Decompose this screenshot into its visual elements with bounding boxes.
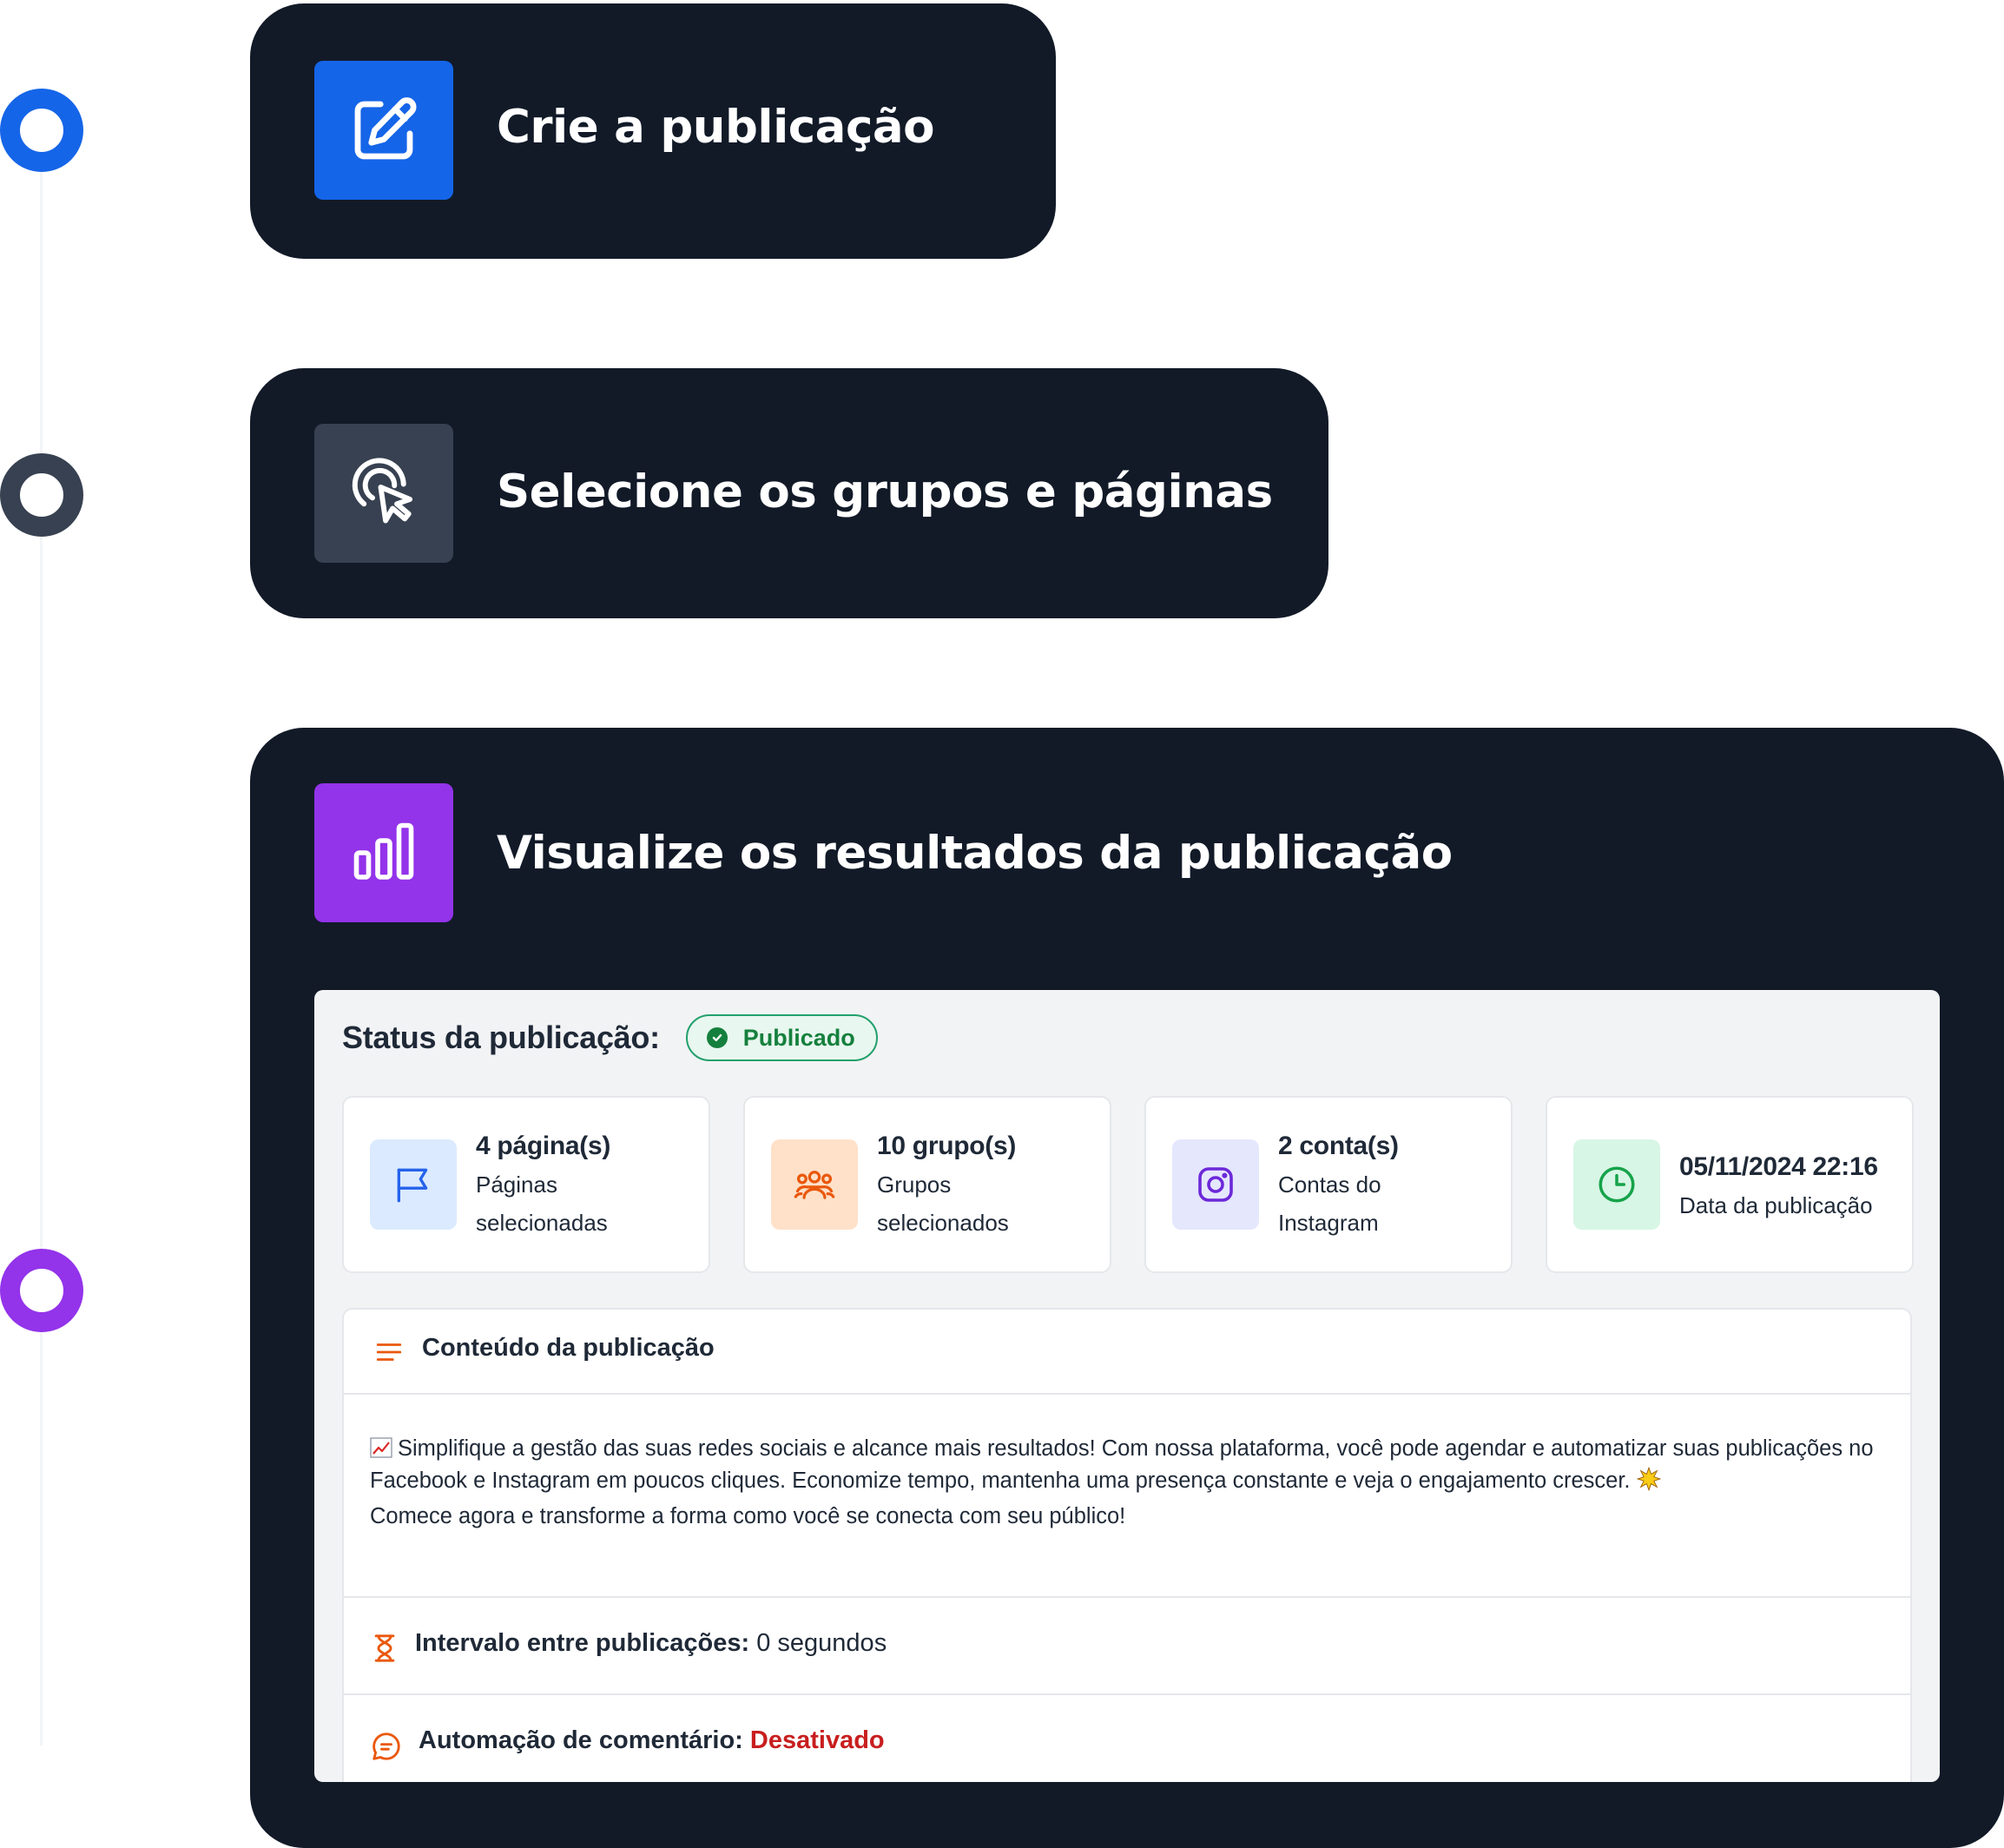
automation-text: Automação de comentário: Desativado bbox=[419, 1726, 885, 1755]
stat-label: Contas do Instagram bbox=[1278, 1172, 1381, 1236]
stat-label: Data da publicação bbox=[1679, 1192, 1873, 1218]
interval-label: Intervalo entre publicações: bbox=[415, 1629, 750, 1657]
stat-value: 05/11/2024 22:16 bbox=[1679, 1152, 1878, 1181]
instagram-icon bbox=[1172, 1139, 1259, 1230]
comment-icon bbox=[370, 1730, 403, 1767]
stat-value: 4 página(s) bbox=[476, 1132, 611, 1160]
hourglass-icon bbox=[370, 1633, 399, 1668]
check-circle-icon bbox=[706, 1027, 728, 1048]
content-body: Simplifique a gestão das suas redes soci… bbox=[370, 1433, 1889, 1533]
step-title: Visualize os resultados da publicação bbox=[497, 827, 1453, 880]
chart-increasing-icon bbox=[370, 1436, 392, 1458]
status-badge: Publicado bbox=[685, 1014, 878, 1061]
content-header: Conteúdo da publicação bbox=[344, 1310, 1910, 1395]
step-card-select[interactable]: Selecione os grupos e páginas bbox=[250, 368, 1328, 618]
step-card-create[interactable]: Crie a publicação bbox=[250, 3, 1056, 259]
status-label: Status da publicação: bbox=[342, 1020, 660, 1055]
interval-row: Intervalo entre publicações: 0 segundos bbox=[344, 1596, 1910, 1695]
stat-label: Grupos selecionados bbox=[877, 1172, 1009, 1236]
pointer-click-icon bbox=[314, 424, 453, 563]
timeline-line bbox=[40, 130, 43, 1746]
status-row: Status da publicação: Publicado bbox=[342, 1014, 878, 1061]
timeline-dot-step-2 bbox=[0, 453, 83, 537]
status-badge-text: Publicado bbox=[742, 1024, 855, 1051]
stat-card-groups: 10 grupo(s) Grupos selecionados bbox=[743, 1096, 1111, 1273]
flag-icon bbox=[370, 1139, 457, 1230]
timeline-dot-step-3 bbox=[0, 1249, 83, 1332]
content-body-cta: Comece agora e transforme a forma como v… bbox=[370, 1504, 1126, 1528]
step-card-results[interactable]: Visualize os resultados da publicação St… bbox=[250, 728, 2004, 1848]
interval-text: Intervalo entre publicações: 0 segundos bbox=[415, 1629, 887, 1658]
automation-label: Automação de comentário: bbox=[419, 1726, 743, 1754]
automation-value: Desativado bbox=[749, 1726, 885, 1754]
interval-value: 0 segundos bbox=[756, 1629, 887, 1657]
stat-card-date: 05/11/2024 22:16 Data da publicação bbox=[1546, 1096, 1914, 1273]
timeline-dot-step-1 bbox=[0, 89, 83, 172]
text-lines-icon bbox=[373, 1337, 405, 1371]
publication-results-panel: Status da publicação: Publicado 4 página… bbox=[314, 990, 1940, 1782]
edit-icon bbox=[314, 61, 453, 200]
users-icon bbox=[771, 1139, 858, 1230]
clock-icon bbox=[1573, 1139, 1660, 1230]
step-title: Selecione os grupos e páginas bbox=[497, 465, 1273, 518]
stat-value: 2 conta(s) bbox=[1278, 1132, 1399, 1160]
sparkle-icon bbox=[1636, 1466, 1661, 1501]
bar-chart-icon bbox=[314, 783, 453, 922]
content-title: Conteúdo da publicação bbox=[422, 1334, 715, 1362]
stat-card-pages: 4 página(s) Páginas selecionadas bbox=[342, 1096, 710, 1273]
automation-row: Automação de comentário: Desativado bbox=[344, 1695, 1910, 1782]
stat-value: 10 grupo(s) bbox=[877, 1132, 1017, 1160]
stat-label: Páginas selecionadas bbox=[476, 1172, 608, 1236]
step-title: Crie a publicação bbox=[497, 101, 935, 154]
stat-card-accounts: 2 conta(s) Contas do Instagram bbox=[1144, 1096, 1513, 1273]
content-box: Conteúdo da publicação Simplifique a ges… bbox=[342, 1308, 1912, 1782]
